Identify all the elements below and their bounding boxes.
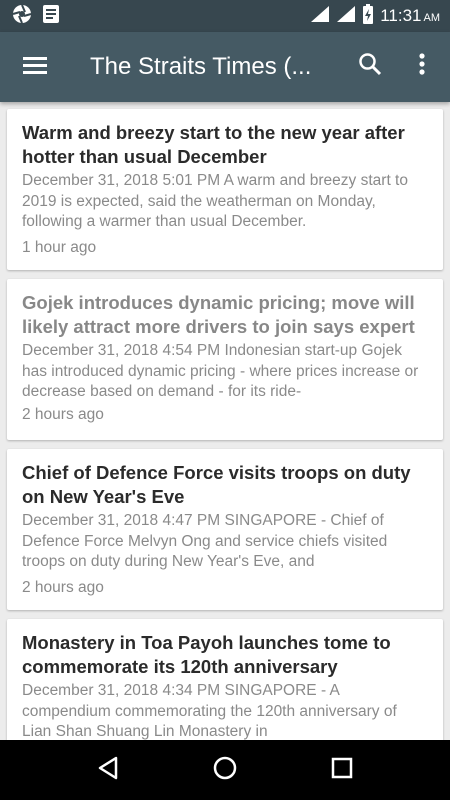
recents-square-icon <box>331 757 353 784</box>
article-time-ago: 2 hours ago <box>22 579 104 596</box>
article-snippet: December 31, 2018 5:01 PM A warm and bre… <box>22 172 408 230</box>
article-time-ago: 2 hours ago <box>22 406 104 423</box>
wifi-signal-icon <box>310 5 330 28</box>
overflow-menu-button[interactable] <box>402 44 442 88</box>
article-title: Gojek introduces dynamic pricing; move w… <box>22 292 415 337</box>
home-button[interactable] <box>195 740 255 800</box>
app-bar: The Straits Times (... <box>0 32 450 102</box>
article-snippet: December 31, 2018 4:54 PM Indonesian sta… <box>22 342 419 400</box>
article-time-ago: 1 hour ago <box>22 239 97 256</box>
more-vert-icon <box>418 52 426 81</box>
article-snippet: December 31, 2018 4:34 PM SINGAPORE - A … <box>22 682 397 740</box>
notification-doc-icon <box>42 4 60 29</box>
article-title: Warm and breezy start to the new year af… <box>22 122 405 167</box>
hamburger-menu-icon <box>22 55 48 80</box>
status-time: 11:31 <box>380 6 422 25</box>
article-title: Chief of Defence Force visits troops on … <box>22 462 411 507</box>
status-clock: 11:31 AM <box>380 6 440 26</box>
article-title: Monastery in Toa Payoh launches tome to … <box>22 632 391 677</box>
search-button[interactable] <box>348 44 392 88</box>
aperture-icon <box>12 4 32 29</box>
cell-signal-icon <box>336 5 356 28</box>
article-snippet: December 31, 2018 4:47 PM SINGAPORE - Ch… <box>22 512 388 570</box>
recents-button[interactable] <box>312 740 372 800</box>
battery-charging-icon <box>362 3 374 29</box>
menu-button[interactable] <box>0 32 70 102</box>
home-circle-icon <box>213 756 237 785</box>
app-title: The Straits Times (... <box>90 53 312 80</box>
article-card[interactable]: Chief of Defence Force visits troops on … <box>7 449 443 610</box>
status-ampm: AM <box>423 12 441 24</box>
article-card[interactable]: Warm and breezy start to the new year af… <box>7 109 443 270</box>
back-button[interactable] <box>78 740 138 800</box>
status-bar: 11:31 AM <box>0 0 450 32</box>
article-card[interactable]: Monastery in Toa Payoh launches tome to … <box>7 619 443 740</box>
article-feed[interactable]: Warm and breezy start to the new year af… <box>0 102 450 740</box>
back-triangle-icon <box>97 756 119 785</box>
system-nav-bar <box>0 740 450 800</box>
article-card[interactable]: Gojek introduces dynamic pricing; move w… <box>7 279 443 440</box>
search-icon <box>358 52 382 81</box>
